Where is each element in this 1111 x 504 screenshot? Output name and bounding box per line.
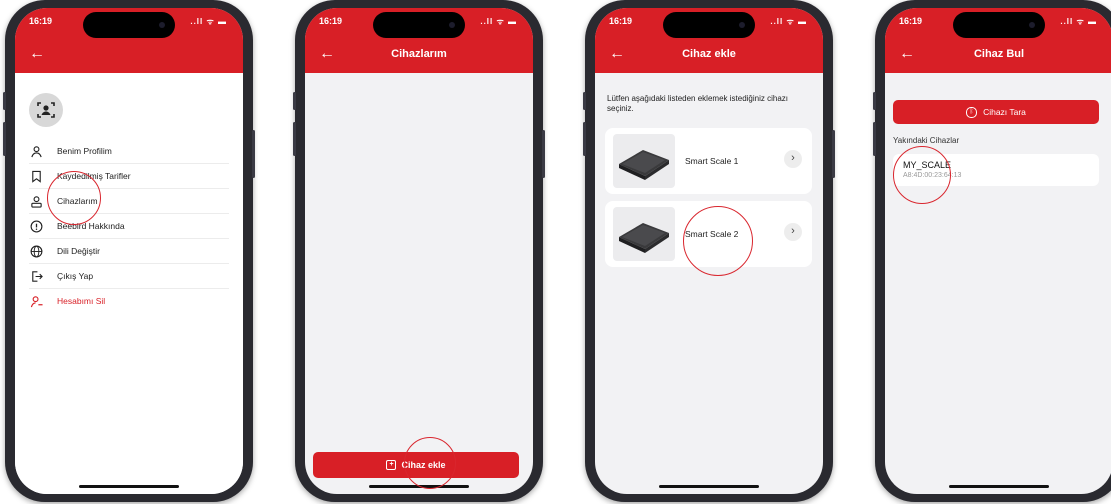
delete-user-icon — [29, 294, 43, 308]
dynamic-island — [953, 12, 1045, 38]
devices-icon — [29, 194, 43, 208]
highlight-circle-cihazlarim — [47, 171, 101, 225]
face-scan-icon — [37, 102, 55, 118]
menu-item-label: Benim Profilim — [57, 146, 112, 156]
status-time: 16:19 — [29, 16, 53, 26]
home-indicator — [79, 485, 179, 488]
scan-device-button[interactable]: ᛒ Cihazı Tara — [893, 100, 1099, 124]
highlight-circle-add-button — [404, 437, 456, 489]
scan-device-label: Cihazı Tara — [983, 107, 1026, 117]
page-title: Cihaz Bul — [973, 48, 1025, 60]
phone-frame-find-device: 16:19 ..ll ᯤ ▬ ← Cihaz Bul ᛒ Cihazı Tara… — [873, 0, 1111, 502]
phone-frame-menu: 16:19 ..ll ᯤ ▬ ← Benim Profilim Kaydedilm… — [3, 0, 255, 502]
scale-image — [613, 207, 675, 261]
highlight-circle-my-scale — [893, 146, 951, 204]
screen-menu: 16:19 ..ll ᯤ ▬ ← Benim Profilim Kaydedilm… — [15, 8, 243, 494]
instruction-text: Lütfen aşağıdaki listeden eklemek istedi… — [607, 94, 788, 113]
info-icon — [29, 219, 43, 233]
plus-icon: + — [386, 460, 397, 470]
device-card[interactable]: Smart Scale 1 › — [605, 128, 812, 194]
menu-item[interactable]: Hesabımı Sil — [29, 289, 229, 313]
menu-body: Benim Profilim Kaydedilmiş Tarifler Cihazl… — [15, 73, 243, 494]
page-title: Cihazlarım — [391, 48, 447, 60]
menu-item-label: Çıkış Yap — [57, 271, 94, 281]
menu-item[interactable]: Benim Profilim — [29, 139, 229, 164]
globe-icon — [29, 244, 43, 258]
profile-menu: Benim Profilim Kaydedilmiş Tarifler Cihazl… — [29, 139, 229, 313]
nearby-devices-label: Yakındaki Cihazlar — [893, 136, 960, 145]
device-card-name: Smart Scale 1 — [685, 156, 739, 166]
status-icons: ..ll ᯤ ▬ — [480, 17, 517, 26]
status-icons: ..ll ᯤ ▬ — [1060, 17, 1097, 26]
page-title: Cihaz ekle — [682, 48, 736, 60]
chevron-right-icon[interactable]: › — [784, 223, 802, 241]
home-indicator — [949, 485, 1049, 488]
bluetooth-icon: ᛒ — [966, 106, 978, 118]
dynamic-island — [663, 12, 755, 38]
menu-item[interactable]: Çıkış Yap — [29, 264, 229, 289]
screen-devices: 16:19 ..ll ᯤ ▬ ← Cihazlarım + Cihaz ekle — [305, 8, 533, 494]
home-indicator — [659, 485, 759, 488]
bookmark-icon — [29, 169, 43, 183]
menu-item-label: Hesabımı Sil — [57, 296, 106, 306]
status-time: 16:19 — [319, 16, 343, 26]
status-time: 16:19 — [899, 16, 923, 26]
phone-frame-devices: 16:19 ..ll ᯤ ▬ ← Cihazlarım + Cihaz ekle — [293, 0, 545, 502]
avatar[interactable] — [29, 93, 63, 127]
chevron-right-icon[interactable]: › — [784, 150, 802, 168]
back-arrow-icon[interactable]: ← — [29, 46, 45, 62]
user-icon — [29, 144, 43, 158]
dynamic-island — [83, 12, 175, 38]
scale-image — [613, 134, 675, 188]
status-time: 16:19 — [609, 16, 633, 26]
menu-item-label: Dili Değiştir — [57, 246, 100, 256]
screen-find-device: 16:19 ..ll ᯤ ▬ ← Cihaz Bul ᛒ Cihazı Tara… — [885, 8, 1111, 494]
logout-icon — [29, 269, 43, 283]
status-icons: ..ll ᯤ ▬ — [770, 17, 807, 26]
highlight-circle-smart-scale-2 — [683, 206, 753, 276]
menu-item[interactable]: Dili Değiştir — [29, 239, 229, 264]
dynamic-island — [373, 12, 465, 38]
status-icons: ..ll ᯤ ▬ — [190, 17, 227, 26]
